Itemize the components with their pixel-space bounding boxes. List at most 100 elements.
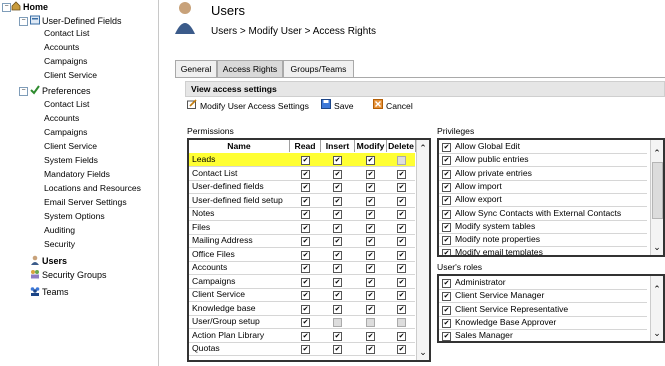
permission-checkbox[interactable]: ✔	[333, 250, 342, 260]
permission-checkbox[interactable]	[397, 156, 406, 165]
permission-checkbox[interactable]: ✔	[366, 264, 375, 273]
permission-checkbox[interactable]: ✔	[397, 291, 406, 300]
privilege-checkbox[interactable]: ✔	[442, 222, 451, 232]
permission-checkbox[interactable]: ✔	[333, 223, 342, 233]
permission-checkbox[interactable]: ✔	[301, 237, 310, 246]
permission-checkbox[interactable]: ✔	[366, 331, 375, 341]
permission-checkbox[interactable]: ✔	[397, 169, 406, 179]
permission-checkbox[interactable]: ✔	[366, 304, 375, 314]
permission-checkbox[interactable]: ✔	[397, 277, 406, 287]
permission-checkbox[interactable]: ✔	[366, 277, 375, 287]
privilege-checkbox[interactable]: ✔	[442, 143, 451, 152]
permission-checkbox[interactable]: ✔	[397, 250, 406, 260]
permission-checkbox[interactable]: ✔	[333, 291, 342, 300]
permission-checkbox[interactable]: ✔	[301, 331, 310, 341]
scroll-down-icon[interactable]: ⌄	[651, 328, 663, 338]
permission-checkbox[interactable]: ✔	[301, 318, 310, 327]
permission-checkbox[interactable]: ✔	[301, 291, 310, 300]
permission-checkbox[interactable]: ✔	[333, 331, 342, 341]
permission-checkbox[interactable]: ✔	[333, 169, 342, 179]
permission-checkbox[interactable]: ✔	[333, 345, 342, 354]
permission-checkbox[interactable]: ✔	[301, 169, 310, 179]
tree-item-udf-3[interactable]: Client Service	[44, 68, 97, 82]
role-checkbox[interactable]: ✔	[442, 279, 451, 288]
save-button[interactable]: Save	[321, 97, 354, 115]
permission-checkbox[interactable]: ✔	[301, 183, 310, 192]
tree-item-udf-1[interactable]: Accounts	[44, 40, 79, 54]
permission-checkbox[interactable]: ✔	[366, 196, 375, 206]
permission-checkbox[interactable]: ✔	[301, 264, 310, 273]
permission-checkbox[interactable]: ✔	[301, 304, 310, 314]
scroll-thumb[interactable]	[652, 162, 663, 219]
role-checkbox[interactable]: ✔	[442, 332, 451, 341]
permission-checkbox[interactable]: ✔	[366, 291, 375, 300]
privilege-checkbox[interactable]: ✔	[442, 169, 451, 179]
permission-checkbox[interactable]: ✔	[301, 345, 310, 354]
privilege-checkbox[interactable]: ✔	[442, 249, 451, 255]
permission-checkbox[interactable]: ✔	[397, 196, 406, 206]
permission-checkbox[interactable]: ✔	[333, 237, 342, 246]
permission-checkbox[interactable]: ✔	[397, 264, 406, 273]
permission-checkbox[interactable]: ✔	[301, 250, 310, 260]
tree-item-pref-7[interactable]: Email Server Settings	[44, 195, 127, 209]
permission-checkbox[interactable]: ✔	[333, 183, 342, 192]
tree-item-preferences[interactable]: Preferences	[30, 84, 91, 98]
role-checkbox[interactable]: ✔	[442, 318, 451, 328]
privilege-checkbox[interactable]: ✔	[442, 236, 451, 246]
tree-item-users[interactable]: Users	[30, 254, 67, 268]
permission-checkbox[interactable]: ✔	[366, 183, 375, 192]
tree-item-pref-2[interactable]: Campaigns	[44, 125, 87, 139]
permission-checkbox[interactable]: ✔	[397, 183, 406, 192]
role-checkbox[interactable]: ✔	[442, 305, 451, 315]
permission-checkbox[interactable]: ✔	[301, 196, 310, 206]
permission-checkbox[interactable]: ✔	[366, 345, 375, 354]
permission-checkbox[interactable]: ✔	[397, 345, 406, 354]
permission-checkbox[interactable]	[397, 318, 406, 327]
permissions-scrollbar[interactable]: ⌃ ⌄	[416, 140, 429, 360]
privilege-checkbox[interactable]: ✔	[442, 209, 451, 219]
permission-checkbox[interactable]: ✔	[397, 331, 406, 341]
permission-checkbox[interactable]: ✔	[333, 277, 342, 287]
privilege-checkbox[interactable]: ✔	[442, 156, 451, 166]
permission-checkbox[interactable]: ✔	[333, 210, 342, 219]
collapse-toggle[interactable]: −	[19, 17, 28, 26]
tree-item-udf-2[interactable]: Campaigns	[44, 54, 87, 68]
permission-checkbox[interactable]: ✔	[301, 156, 310, 165]
permission-checkbox[interactable]: ✔	[366, 237, 375, 246]
collapse-toggle[interactable]: −	[19, 87, 28, 96]
scroll-down-icon[interactable]: ⌄	[417, 347, 429, 357]
permission-checkbox[interactable]: ✔	[301, 277, 310, 287]
tree-item-pref-10[interactable]: Security	[44, 237, 75, 251]
cancel-button[interactable]: Cancel	[373, 97, 413, 115]
tree-item-pref-3[interactable]: Client Service	[44, 139, 97, 153]
permission-checkbox[interactable]: ✔	[301, 223, 310, 233]
roles-scrollbar[interactable]: ⌃ ⌄	[650, 276, 663, 341]
collapse-toggle[interactable]: −	[2, 3, 11, 12]
tree-item-pref-5[interactable]: Mandatory Fields	[44, 167, 110, 181]
permission-checkbox[interactable]: ✔	[397, 210, 406, 219]
permission-checkbox[interactable]: ✔	[366, 250, 375, 260]
tree-item-pref-4[interactable]: System Fields	[44, 153, 98, 167]
privileges-scrollbar[interactable]: ⌃ ⌄	[650, 140, 663, 255]
tree-item-pref-0[interactable]: Contact List	[44, 97, 89, 111]
permission-checkbox[interactable]: ✔	[333, 304, 342, 314]
permission-checkbox[interactable]: ✔	[366, 156, 375, 165]
permission-checkbox[interactable]: ✔	[366, 223, 375, 233]
tree-item-pref-9[interactable]: Auditing	[44, 223, 75, 237]
scroll-up-icon[interactable]: ⌃	[417, 143, 429, 153]
permission-checkbox[interactable]: ✔	[366, 169, 375, 179]
tree-item-pref-1[interactable]: Accounts	[44, 111, 79, 125]
privilege-checkbox[interactable]: ✔	[442, 182, 451, 192]
tree-item-pref-8[interactable]: System Options	[44, 209, 105, 223]
role-checkbox[interactable]: ✔	[442, 292, 451, 302]
permission-checkbox[interactable]	[366, 318, 375, 327]
permission-checkbox[interactable]: ✔	[397, 237, 406, 246]
tree-item-home[interactable]: Home	[11, 0, 48, 14]
permission-checkbox[interactable]: ✔	[397, 304, 406, 314]
modify-access-button[interactable]: Modify User Access Settings	[187, 97, 309, 115]
tree-item-security-groups[interactable]: Security Groups	[30, 268, 107, 282]
permission-checkbox[interactable]: ✔	[333, 264, 342, 273]
tab-groups-teams[interactable]: Groups/Teams	[283, 60, 354, 78]
permission-checkbox[interactable]: ✔	[397, 223, 406, 233]
scroll-up-icon[interactable]: ⌃	[651, 148, 663, 158]
